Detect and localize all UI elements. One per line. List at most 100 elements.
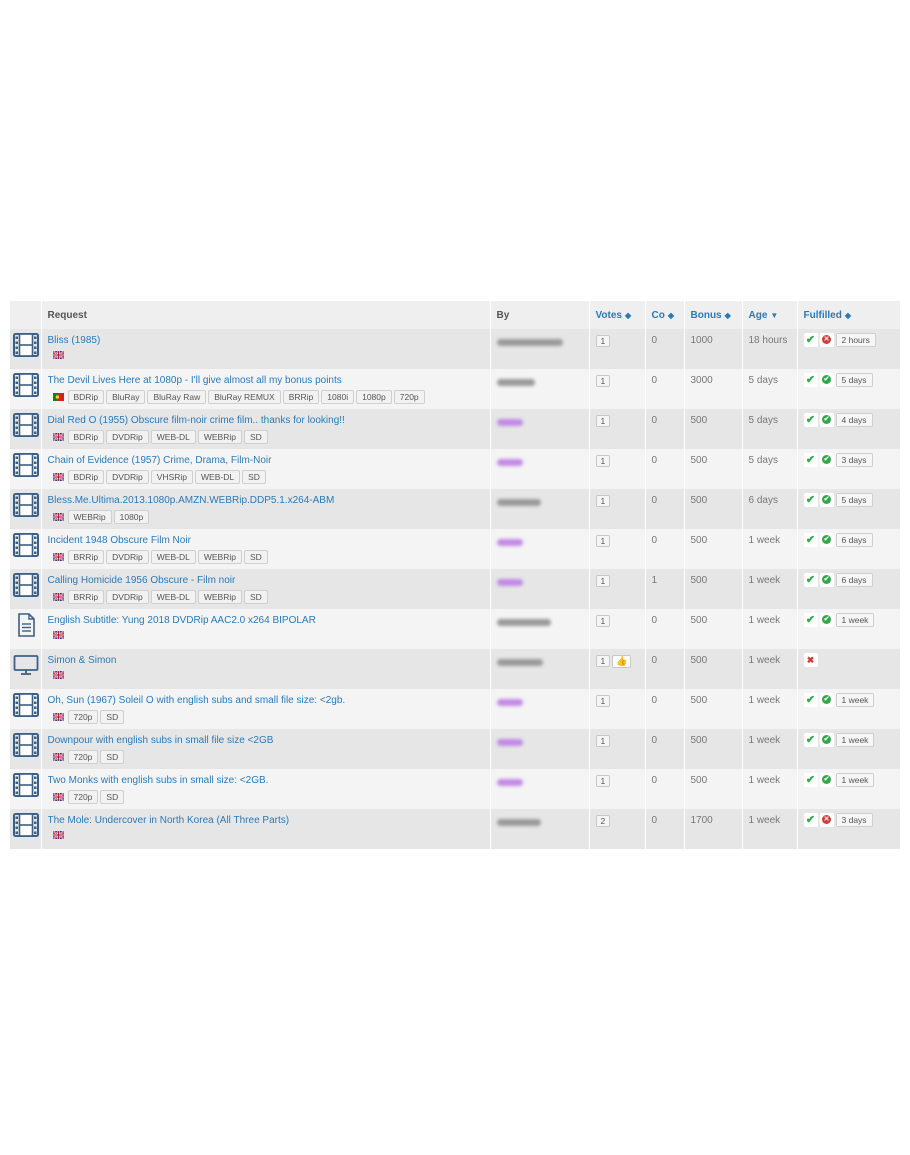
request-cell: Downpour with english subs in small file… [41,729,491,769]
request-title-link[interactable]: Two Monks with english subs in small siz… [48,775,490,787]
format-tag: BluRay [106,390,146,404]
format-tag: WEB-DL [150,590,196,604]
request-age: 6 days [748,495,778,506]
votes-cell: 1 [589,369,646,409]
blurred-username[interactable] [496,659,543,666]
bonus-cell: 500 [684,729,743,769]
blurred-username[interactable] [496,739,523,746]
request-title-link[interactable]: Oh, Sun (1967) Soleil Ô with english sub… [48,695,490,707]
thumbs-up-icon[interactable]: 👍 [612,655,632,668]
request-age: 5 days [748,415,778,426]
fulfilled-cell: ✔ ✔ 1 week [797,729,901,769]
request-title-link[interactable]: Chain of Evidence (1957) Crime, Drama, F… [48,455,490,467]
uk-flag-icon [52,433,64,441]
blurred-username[interactable] [496,419,523,426]
bonus-value: 500 [690,455,708,466]
uk-flag-icon [52,473,64,481]
request-title-link[interactable]: Bless.Me.Ultima.2013.1080p.AMZN.WEBRip.D… [48,495,490,507]
votes-cell: 1 [589,609,646,649]
format-tag: BRRip [67,550,105,564]
film-icon [13,733,41,757]
category-cell [10,409,42,449]
request-title-link[interactable]: Downpour with english subs in small file… [48,735,490,747]
votes-cell: 1 [589,689,646,729]
blurred-username[interactable] [496,459,523,466]
blurred-username[interactable] [496,579,523,586]
request-title-link[interactable]: The Devil Lives Here at 1080p - I'll giv… [48,375,490,387]
vote-count-badge: 1 [595,575,611,587]
approved-icon: ✔ [819,413,834,427]
vote-count-badge: 1 [595,495,611,507]
category-cell [10,689,42,729]
bonus-cell: 500 [684,609,743,649]
fulfilled-column-header[interactable]: Fulfilled ◆ [797,301,901,329]
blurred-username[interactable] [496,619,551,626]
comments-column-header[interactable]: Co ◆ [645,301,685,329]
tag-list [48,670,490,684]
comments-cell: 0 [645,489,685,529]
format-tag: WEB-DL [195,470,241,484]
votes-cell: 1 [589,769,646,809]
format-tag: SD [243,550,268,564]
bonus-cell: 500 [684,769,743,809]
bonus-column-header[interactable]: Bonus ◆ [684,301,743,329]
format-tag: 720p [393,390,425,404]
sort-icon: ◆ [844,310,851,320]
fulfilled-age-badge: 6 days [835,573,873,587]
fulfilled-age-badge: 1 week [835,693,875,707]
request-title-link[interactable]: Simon & Simon [48,655,490,667]
comments-cell: 0 [645,649,685,689]
comment-count: 0 [651,495,658,506]
bonus-value: 1000 [690,335,713,346]
format-tag: BRRip [67,590,105,604]
bonus-value: 500 [690,695,708,706]
request-title-link[interactable]: English Subtitle: Yung 2018 DVDRip AAC2.… [48,615,490,627]
comments-cell: 0 [645,369,685,409]
sort-icon: ◆ [625,310,632,320]
format-tag: 1080i [321,390,355,404]
blurred-username[interactable] [496,339,563,346]
blurred-username[interactable] [496,379,535,386]
request-title-link[interactable]: Calling Homicide 1956 Obscure - Film noi… [48,575,490,587]
table-row: Incident 1948 Obscure Film Noir BRRip DVDR… [10,529,901,569]
check-icon: ✔ [803,333,818,347]
fulfilled-cell: ✔ ✕ 3 days [797,809,901,849]
fulfilled-cell: ✔ ✔ 1 week [797,769,901,809]
check-icon: ✔ [803,813,818,827]
request-title-link[interactable]: Incident 1948 Obscure Film Noir [48,535,490,547]
bonus-value: 3000 [690,375,713,386]
category-cell [10,609,42,649]
votes-column-header[interactable]: Votes ◆ [589,301,646,329]
request-cell: Simon & Simon [41,649,491,689]
blurred-username[interactable] [496,699,523,706]
comment-count: 0 [651,695,658,706]
by-column-header: By [490,301,590,329]
bonus-cell: 500 [684,489,743,529]
age-column-header[interactable]: Age ▼ [742,301,798,329]
age-cell: 5 days [742,409,798,449]
age-cell: 6 days [742,489,798,529]
sort-icon: ◆ [667,310,674,320]
category-cell [10,489,42,529]
bonus-cell: 500 [684,529,743,569]
blurred-username[interactable] [496,819,541,826]
blurred-username[interactable] [496,539,523,546]
table-row: Calling Homicide 1956 Obscure - Film noi… [10,569,901,609]
age-cell: 1 week [742,769,798,809]
fulfilled-age-badge: 3 days [835,453,873,467]
request-age: 5 days [748,455,778,466]
blurred-username[interactable] [496,779,523,786]
request-title-link[interactable]: Dial Red O (1955) Obscure film-noir crim… [48,415,490,427]
category-cell [10,569,42,609]
request-title-link[interactable]: Bliss (1985) [48,335,490,347]
blurred-username[interactable] [496,499,541,506]
bonus-cell: 500 [684,569,743,609]
request-column-header: Request [41,301,491,329]
unfilled-x-icon: ✖ [803,653,818,667]
format-tag: BDRip [67,470,105,484]
check-icon: ✔ [803,573,818,587]
tag-list: 720p SD [48,750,490,764]
fulfilled-age-badge: 3 days [835,813,873,827]
request-title-link[interactable]: The Mole: Undercover in North Korea (All… [48,815,490,827]
table-row: Bless.Me.Ultima.2013.1080p.AMZN.WEBRip.D… [10,489,901,529]
